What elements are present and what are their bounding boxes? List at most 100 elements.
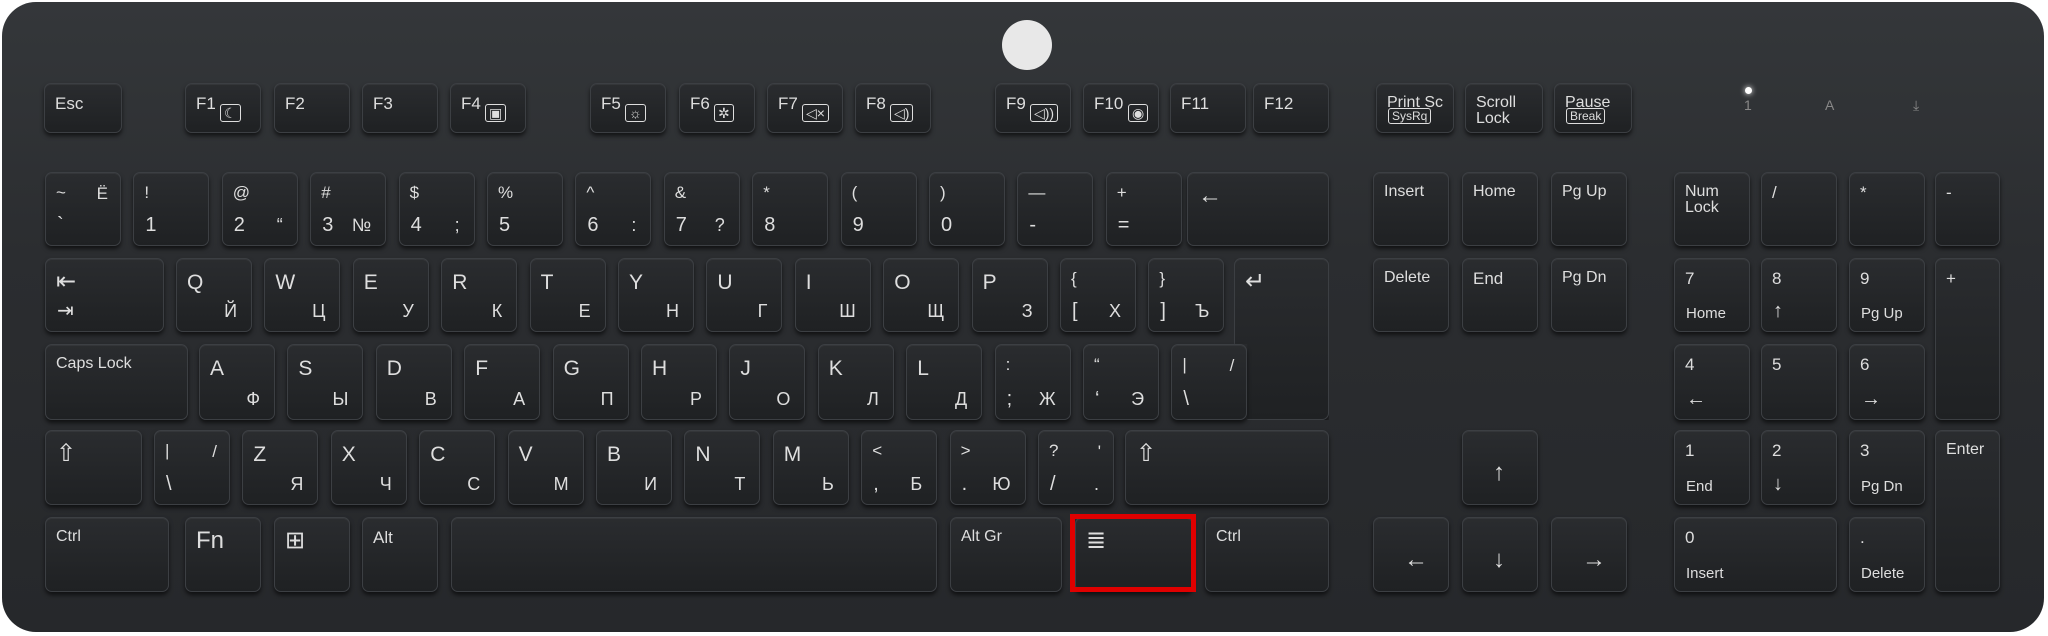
key-arrow-down[interactable]: ↓ (1462, 517, 1538, 592)
key-symbol-26[interactable]: ) 0 (929, 172, 1005, 246)
key-z[interactable]: ZЯ (242, 430, 319, 505)
key-symbol-18[interactable]: @2 “ (221, 172, 298, 246)
key-brightness-down[interactable]: F5 ☼ (590, 83, 666, 133)
key-q[interactable]: QЙ (176, 258, 252, 332)
key-u[interactable]: UГ (706, 258, 783, 332)
key-r[interactable]: RК (441, 258, 518, 332)
key-shift[interactable]: ⇧ (1125, 430, 1329, 505)
key-end[interactable]: End (1462, 258, 1538, 332)
key-display[interactable]: F4 ▣ (450, 83, 526, 133)
key-symbol-20[interactable]: $4; (398, 172, 475, 246)
key-symbol-27[interactable]: — - (1017, 172, 1094, 246)
key-symbol-104[interactable]: . Delete (1849, 517, 1925, 592)
key-n[interactable]: NТ (684, 430, 761, 505)
key-esc[interactable]: Esc (44, 83, 122, 133)
key-8[interactable]: 8 ↑ (1761, 258, 1837, 332)
key-symbol-54[interactable]: :; Ж (994, 344, 1071, 420)
key-e[interactable]: EУ (352, 258, 429, 332)
key-symbol-89[interactable]: / (1761, 172, 1837, 246)
key-o[interactable]: OЩ (883, 258, 960, 332)
key-enter[interactable]: Enter (1935, 430, 2000, 592)
key-symbol-28[interactable]: + = (1105, 172, 1182, 246)
key-menu[interactable]: ≣ (1075, 517, 1193, 592)
key-symbol-55[interactable]: “ ‘ Э (1083, 344, 1159, 420)
key-volume-up[interactable]: F9 ◁)) (995, 83, 1071, 133)
key-space[interactable]: 4 ← (1674, 344, 1750, 420)
key-alt-gr[interactable]: Alt Gr (950, 517, 1062, 592)
key-k[interactable]: KЛ (817, 344, 894, 420)
key-insert[interactable]: Insert (1373, 172, 1449, 246)
key-symbol-68[interactable]: ? / '. (1038, 430, 1114, 505)
key-windows[interactable]: ⊞ (274, 517, 350, 592)
key-symbol-24[interactable]: * 8 (752, 172, 829, 246)
key-b[interactable]: BИ (596, 430, 672, 505)
key-w[interactable]: WЦ (264, 258, 341, 332)
key-ctrl[interactable]: Ctrl (45, 517, 169, 592)
key-sleep[interactable]: F1 ☾ (185, 83, 261, 133)
key-7[interactable]: 7 Home (1674, 258, 1750, 332)
key-c[interactable]: CС (419, 430, 496, 505)
key-fn[interactable]: Fn (185, 517, 261, 592)
key-5[interactable]: 5 (1761, 344, 1837, 420)
key-tab[interactable]: ⇤ ⇥ (45, 258, 164, 332)
key-3[interactable]: 3 Pg Dn (1849, 430, 1925, 505)
key-arrow-right[interactable]: → (1551, 517, 1627, 592)
key-alt[interactable]: Alt (362, 517, 438, 592)
key-y[interactable]: YН (618, 258, 694, 332)
key-t[interactable]: TЕ (529, 258, 606, 332)
key-volume-down[interactable]: F8 ◁) (855, 83, 931, 133)
key-symbol-16[interactable]: ~ ` Ё (45, 172, 121, 246)
key-symbol-90[interactable]: * (1849, 172, 1925, 246)
key-arrow-up[interactable]: ↑ (1462, 430, 1538, 505)
key-j[interactable]: JО (729, 344, 806, 420)
key-backspace[interactable]: ← (1187, 172, 1329, 246)
key-l[interactable]: LД (906, 344, 983, 420)
key-a[interactable]: AФ (199, 344, 275, 420)
key-0[interactable]: 0 Insert (1674, 517, 1837, 592)
key-v[interactable]: VМ (507, 430, 584, 505)
key-space[interactable] (451, 517, 937, 592)
key-f12[interactable]: F12 (1253, 83, 1329, 133)
key-pg-up[interactable]: Pg Up (1551, 172, 1627, 246)
key-p[interactable]: PЗ (971, 258, 1048, 332)
key-2[interactable]: 2 ↓ (1761, 430, 1837, 505)
key-symbol-17[interactable]: ! 1 (133, 172, 210, 246)
key-print-sc[interactable]: Print Sc SysRq (1376, 83, 1454, 133)
key-shift[interactable]: ⇧ (45, 430, 142, 505)
key-mic-mute[interactable]: F10 ◉ (1083, 83, 1159, 133)
key-symbol-56[interactable]: | \ / (1171, 344, 1248, 420)
key-i[interactable]: IШ (794, 258, 871, 332)
key-arrow-left[interactable]: ← (1373, 517, 1449, 592)
key-pause[interactable]: Pause Break (1554, 83, 1632, 133)
key-m[interactable]: MЬ (772, 430, 849, 505)
key-symbol-58[interactable]: | \ / (154, 430, 230, 505)
key-symbol-41[interactable]: {[Х (1060, 258, 1136, 332)
key-h[interactable]: HР (641, 344, 717, 420)
key-f3[interactable]: F3 (362, 83, 438, 133)
key-1[interactable]: 1 End (1674, 430, 1750, 505)
key-symbol-23[interactable]: & 7? (663, 172, 740, 246)
key-symbol-22[interactable]: ^ 6: (575, 172, 652, 246)
key-delete[interactable]: Delete (1373, 258, 1449, 332)
key-mute[interactable]: F7 ◁× (767, 83, 843, 133)
key-x[interactable]: XЧ (330, 430, 407, 505)
key-pg-dn[interactable]: Pg Dn (1551, 258, 1627, 332)
key-d[interactable]: DВ (375, 344, 452, 420)
key-num-lock[interactable]: Num Lock (1674, 172, 1750, 246)
key-enter[interactable]: ↵ (1234, 258, 1329, 420)
key-6[interactable]: 6 → (1849, 344, 1925, 420)
key-symbol-95[interactable]: + (1935, 258, 2000, 420)
key-caps-lock[interactable]: Caps Lock (45, 344, 188, 420)
key-symbol-19[interactable]: #3 № (310, 172, 387, 246)
key-symbol-25[interactable]: (9 (840, 172, 917, 246)
key-symbol-21[interactable]: % 5 (487, 172, 563, 246)
key-s[interactable]: SЫ (287, 344, 364, 420)
key-scroll-lock[interactable]: Scroll Lock (1465, 83, 1543, 133)
key-home[interactable]: Home (1462, 172, 1538, 246)
key-brightness-up[interactable]: F6 ✲ (679, 83, 755, 133)
key-symbol-67[interactable]: >. Ю (949, 430, 1026, 505)
key-symbol-66[interactable]: <, Б (861, 430, 938, 505)
key-f2[interactable]: F2 (274, 83, 350, 133)
key-9[interactable]: 9 Pg Up (1849, 258, 1925, 332)
key--[interactable]: - (1935, 172, 2000, 246)
